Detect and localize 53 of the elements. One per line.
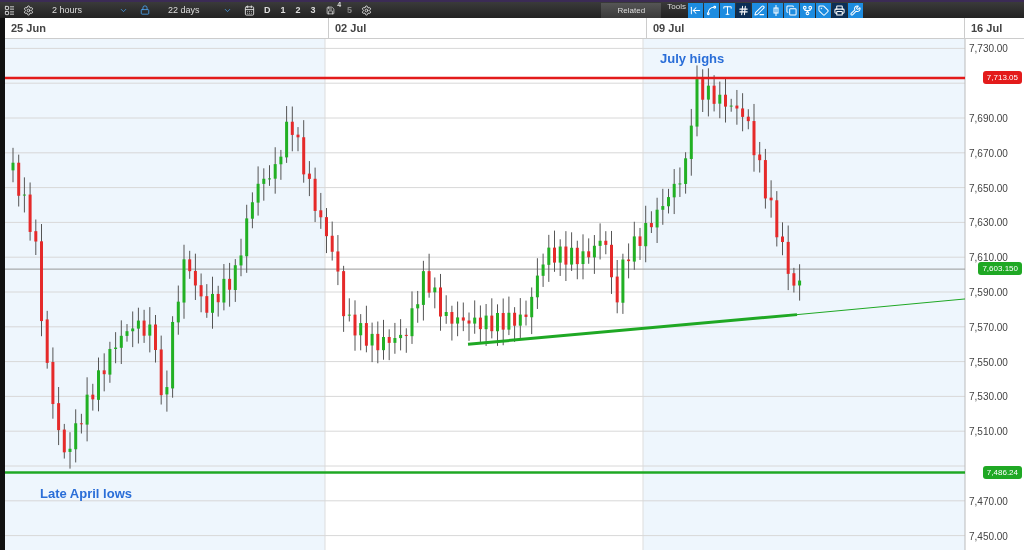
tag-icon <box>818 4 829 16</box>
axis-label: 7,650.00 <box>969 182 1008 194</box>
period-button[interactable]: D <box>259 2 276 18</box>
axis-label: 7,630.00 <box>969 217 1008 229</box>
axis-label: 7,670.00 <box>969 147 1008 159</box>
axis-label: 7,510.00 <box>969 426 1008 438</box>
fork-icon <box>802 4 813 16</box>
date-label: 09 Jul <box>653 22 685 34</box>
axis-label: 7,730.00 <box>969 43 1008 55</box>
axis-label: 7,690.00 <box>969 113 1008 124</box>
period-button[interactable]: 1 <box>275 2 291 18</box>
tool-button[interactable] <box>736 2 751 18</box>
tool-button[interactable] <box>688 2 703 18</box>
layers-icon <box>786 4 797 16</box>
tool-button[interactable] <box>832 2 847 18</box>
date-label: 02 Jul <box>335 22 367 34</box>
candle-icon <box>770 4 781 16</box>
axis-label: 7,550.00 <box>969 356 1008 368</box>
period-button[interactable]: 2 <box>290 2 306 18</box>
save-icon <box>325 5 335 15</box>
axis-label: 7,470.00 <box>969 495 1008 507</box>
grid-icon <box>738 4 749 16</box>
pen-icon <box>754 4 765 16</box>
tool-button[interactable] <box>784 2 799 18</box>
printer-icon <box>834 4 845 16</box>
date-label: 16 Jul <box>971 22 1003 34</box>
tools-label: Tools <box>667 2 686 11</box>
related-button[interactable]: Related <box>601 2 662 18</box>
axis-label: 7,530.00 <box>969 391 1008 403</box>
wrench-icon <box>850 4 861 16</box>
text-icon <box>722 4 733 16</box>
range-dropdown[interactable]: 22 days <box>154 2 240 18</box>
interval-dropdown[interactable]: 2 hours <box>38 2 136 18</box>
axis-label: 7,610.00 <box>969 252 1008 264</box>
chart-annotation: July highs <box>660 51 725 66</box>
tool-button[interactable] <box>816 2 831 18</box>
tool-button[interactable] <box>848 2 863 18</box>
price-tag: 7,603.150 <box>978 262 1022 276</box>
axis-label: 7,590.00 <box>969 287 1008 298</box>
axis-label: 7,570.00 <box>969 321 1008 333</box>
period-button[interactable]: 3 <box>305 2 321 18</box>
curve-icon <box>706 4 717 16</box>
tool-button[interactable] <box>752 2 767 18</box>
tool-button[interactable] <box>720 2 735 18</box>
axis-label: 7,450.00 <box>969 530 1008 542</box>
arrow-icon <box>690 4 701 16</box>
tool-button[interactable] <box>800 2 815 18</box>
price-tag: 7,486.24 <box>982 465 1022 479</box>
price-tag: 7,713.05 <box>982 70 1022 84</box>
tool-button[interactable] <box>768 2 783 18</box>
tool-button[interactable] <box>704 2 719 18</box>
chart-annotation: Late April lows <box>40 486 132 501</box>
date-label: 25 Jun <box>11 22 46 34</box>
